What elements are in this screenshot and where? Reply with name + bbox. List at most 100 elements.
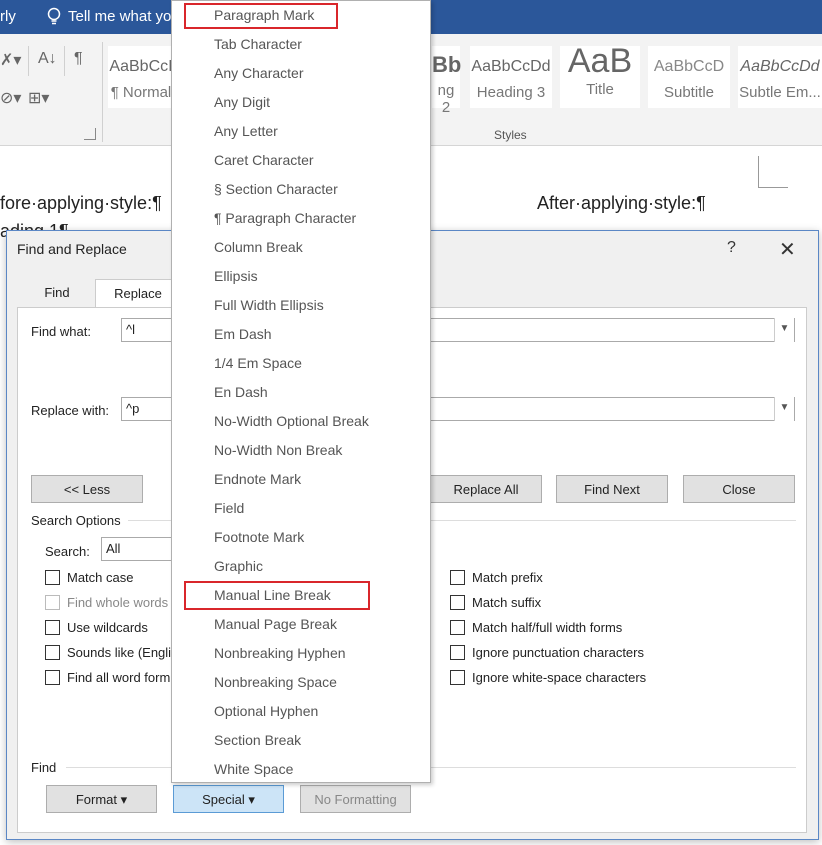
doc-before-text: fore·applying·style:¶ bbox=[0, 193, 162, 213]
style-name: Heading 3 bbox=[476, 84, 546, 101]
menu-item-em-dash[interactable]: Em Dash bbox=[214, 326, 272, 342]
doc-after-text: After·applying·style:¶ bbox=[537, 193, 706, 213]
checkbox-box bbox=[45, 620, 60, 635]
checkbox-box bbox=[450, 670, 465, 685]
menu-item-quarter-em-space[interactable]: 1/4 Em Space bbox=[214, 355, 302, 371]
style-normal[interactable]: AaBbCcI ¶ Normal bbox=[108, 46, 174, 108]
replace-with-dropdown-icon[interactable]: ▼ bbox=[774, 397, 794, 421]
replace-with-label: Replace with: bbox=[31, 403, 110, 418]
page-corner-mark bbox=[758, 156, 788, 188]
checkbox-box bbox=[45, 595, 60, 610]
style-heading-3[interactable]: AaBbCcDd Heading 3 bbox=[470, 46, 552, 108]
replace-all-button[interactable]: Replace All bbox=[430, 475, 542, 503]
menu-item-nonbreaking-space[interactable]: Nonbreaking Space bbox=[214, 674, 337, 690]
style-heading-2[interactable]: Bb ng 2 bbox=[432, 46, 461, 116]
menu-item-no-width-non-break[interactable]: No-Width Non Break bbox=[214, 442, 342, 458]
menu-item-section-break[interactable]: Section Break bbox=[214, 732, 301, 748]
find-what-label: Find what: bbox=[31, 324, 91, 339]
tab-find[interactable]: Find bbox=[17, 279, 97, 307]
ribbon-divider bbox=[102, 42, 103, 142]
help-button[interactable]: ? bbox=[727, 239, 736, 257]
clear-formatting-icon[interactable]: ✗▾ bbox=[0, 50, 21, 70]
menu-item-ellipsis[interactable]: Ellipsis bbox=[214, 268, 258, 284]
checkbox-box bbox=[450, 620, 465, 635]
menu-item-column-break[interactable]: Column Break bbox=[214, 239, 303, 255]
find-all-word-forms-checkbox[interactable]: Find all word form bbox=[45, 670, 170, 685]
menu-item-no-width-optional-break[interactable]: No-Width Optional Break bbox=[214, 413, 369, 429]
style-sample: AaB bbox=[567, 42, 633, 80]
style-name: Title bbox=[586, 81, 614, 98]
ignore-punctuation-checkbox[interactable]: Ignore punctuation characters bbox=[450, 645, 644, 660]
shading-icon[interactable]: ⊘▾ bbox=[0, 88, 21, 108]
menu-item-paragraph-character[interactable]: ¶ Paragraph Character bbox=[214, 210, 356, 226]
checkbox-box bbox=[450, 595, 465, 610]
document-title: rly bbox=[0, 8, 16, 25]
special-menu: Paragraph Mark Tab Character Any Charact… bbox=[171, 0, 431, 783]
paragraph-launcher-icon[interactable] bbox=[84, 128, 96, 140]
style-title[interactable]: AaB Title bbox=[560, 42, 640, 108]
find-section-label: Find bbox=[31, 760, 57, 775]
style-sample: AaBbCcD bbox=[653, 58, 725, 75]
option-label: Match suffix bbox=[472, 595, 542, 610]
no-formatting-button[interactable]: No Formatting bbox=[300, 785, 411, 813]
pilcrow-icon[interactable]: ¶ bbox=[74, 50, 83, 68]
borders-icon[interactable]: ⊞▾ bbox=[28, 88, 49, 108]
style-name: Subtle Em... bbox=[739, 84, 821, 101]
lightbulb-icon bbox=[47, 7, 61, 25]
menu-item-graphic[interactable]: Graphic bbox=[214, 558, 263, 574]
special-button[interactable]: Special ▾ bbox=[173, 785, 284, 813]
match-suffix-checkbox[interactable]: Match suffix bbox=[450, 595, 541, 610]
menu-item-manual-page-break[interactable]: Manual Page Break bbox=[214, 616, 337, 632]
menu-item-field[interactable]: Field bbox=[214, 500, 244, 516]
checkbox-box bbox=[450, 645, 465, 660]
menu-item-tab-character[interactable]: Tab Character bbox=[214, 36, 302, 52]
match-half-full-width-checkbox[interactable]: Match half/full width forms bbox=[450, 620, 622, 635]
menu-item-section-character[interactable]: § Section Character bbox=[214, 181, 338, 197]
option-label: Match prefix bbox=[472, 570, 543, 585]
highlight-manual-line-break bbox=[184, 581, 370, 610]
option-label: Find whole words bbox=[67, 595, 169, 610]
close-button[interactable]: Close bbox=[683, 475, 795, 503]
menu-item-any-character[interactable]: Any Character bbox=[214, 65, 303, 81]
menu-item-caret-character[interactable]: Caret Character bbox=[214, 152, 314, 168]
style-sample: AaBbCcI bbox=[109, 58, 173, 75]
style-name: ng 2 bbox=[437, 82, 455, 116]
close-icon[interactable]: ✕ bbox=[779, 237, 796, 262]
highlight-paragraph-mark bbox=[184, 3, 338, 29]
sounds-like-checkbox[interactable]: Sounds like (Englis bbox=[45, 645, 178, 660]
option-label: Match half/full width forms bbox=[472, 620, 623, 635]
tab-replace[interactable]: Replace bbox=[95, 279, 181, 307]
option-label: Ignore punctuation characters bbox=[472, 645, 644, 660]
menu-item-full-width-ellipsis[interactable]: Full Width Ellipsis bbox=[214, 297, 324, 313]
menu-item-footnote-mark[interactable]: Footnote Mark bbox=[214, 529, 304, 545]
menu-item-any-digit[interactable]: Any Digit bbox=[214, 94, 270, 110]
checkbox-box bbox=[45, 645, 60, 660]
menu-item-any-letter[interactable]: Any Letter bbox=[214, 123, 278, 139]
find-next-button[interactable]: Find Next bbox=[556, 475, 668, 503]
menu-item-nonbreaking-hyphen[interactable]: Nonbreaking Hyphen bbox=[214, 645, 346, 661]
sort-icon[interactable]: A↓ bbox=[38, 50, 57, 68]
search-label: Search: bbox=[45, 544, 90, 559]
ignore-white-space-checkbox[interactable]: Ignore white-space characters bbox=[450, 670, 646, 685]
match-prefix-checkbox[interactable]: Match prefix bbox=[450, 570, 543, 585]
style-subtle-emphasis[interactable]: AaBbCcDd Subtle Em... bbox=[738, 46, 822, 108]
menu-item-endnote-mark[interactable]: Endnote Mark bbox=[214, 471, 301, 487]
less-button[interactable]: << Less bbox=[31, 475, 143, 503]
match-case-checkbox[interactable]: Match case bbox=[45, 570, 133, 585]
use-wildcards-checkbox[interactable]: Use wildcards bbox=[45, 620, 148, 635]
option-label: Match case bbox=[67, 570, 134, 585]
style-subtitle[interactable]: AaBbCcD Subtitle bbox=[648, 46, 730, 108]
find-what-dropdown-icon[interactable]: ▼ bbox=[774, 318, 794, 342]
menu-item-white-space[interactable]: White Space bbox=[214, 761, 293, 777]
option-label: Sounds like (Englis bbox=[67, 645, 178, 660]
checkbox-box bbox=[45, 670, 60, 685]
style-sample: AaBbCcDd bbox=[740, 58, 820, 75]
menu-item-en-dash[interactable]: En Dash bbox=[214, 384, 268, 400]
format-button[interactable]: Format ▾ bbox=[46, 785, 157, 813]
tell-me-box[interactable]: Tell me what yo bbox=[46, 7, 171, 25]
menu-item-optional-hyphen[interactable]: Optional Hyphen bbox=[214, 703, 318, 719]
option-label: Ignore white-space characters bbox=[472, 670, 647, 685]
ribbon-divider bbox=[64, 46, 65, 76]
option-label: Use wildcards bbox=[67, 620, 148, 635]
find-whole-words-checkbox[interactable]: Find whole words bbox=[45, 595, 168, 610]
